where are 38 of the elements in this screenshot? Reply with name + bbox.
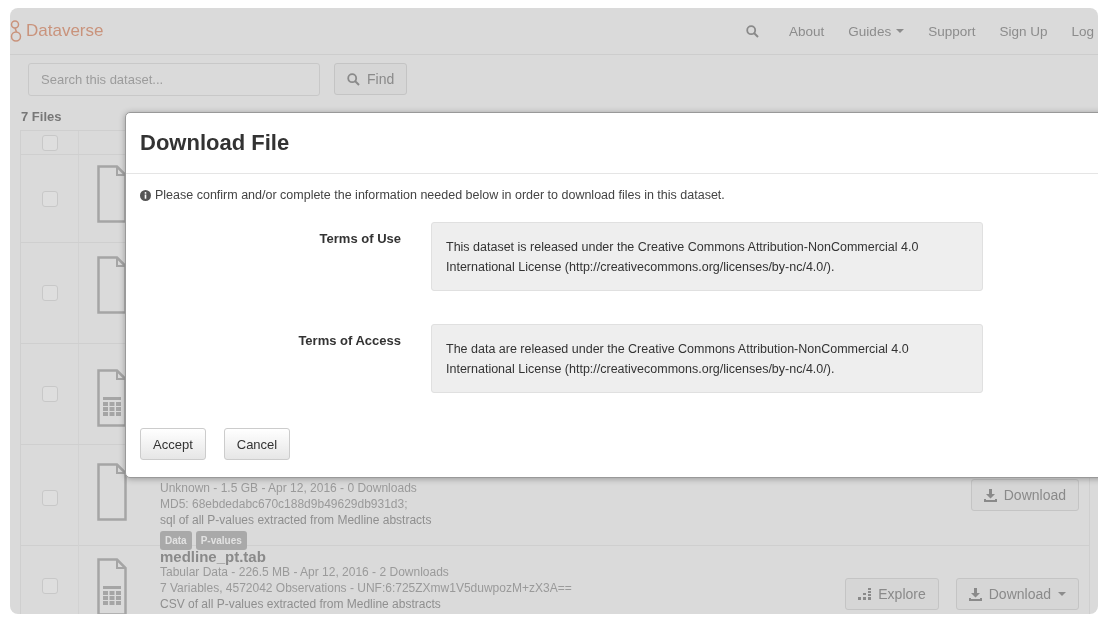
brand-logo[interactable]: Dataverse xyxy=(10,20,104,42)
download-icon xyxy=(968,587,982,601)
terms-label: Terms of Access xyxy=(297,332,401,350)
bar-chart-icon xyxy=(858,588,872,600)
terms-text: The data are released under the Creative Commons Attribution-NonCommercial 4.0 International License (http://creativecommons.org/licenses/by-nc/4.0/). xyxy=(431,324,983,393)
magnifier-icon xyxy=(347,72,360,86)
terms-label: Terms of Use xyxy=(318,230,401,248)
brand-name: Dataverse xyxy=(26,21,104,41)
file-description: sql of all P-values extracted from Medline abstracts xyxy=(160,513,433,528)
search-field[interactable]: Search this dataset... xyxy=(28,63,320,96)
terms-text: This dataset is released under the Creative Commons Attribution-NonCommercial 4.0 International License (http://creativecommons.org/licenses/by-nc/4.0/). xyxy=(431,222,983,291)
download-icon xyxy=(983,488,997,502)
info-icon xyxy=(140,189,151,201)
file-checksum: MD5: 68ebdedabc670c188d9b49629db931d3; xyxy=(160,497,409,512)
file-meta: Tabular Data - 226.5 MB - Apr 12, 2016 - 2 Downloads xyxy=(160,565,450,580)
nav-link[interactable]: Support xyxy=(928,23,976,39)
file-name[interactable]: medline_pt.tab xyxy=(160,549,846,564)
notice-text: Please confirm and/or complete the information needed below in order to download files in this dataset. xyxy=(155,188,725,202)
dialog-title: Download File xyxy=(140,130,290,156)
file-description: CSV of all P-values extracted from Medline abstracts xyxy=(160,597,442,612)
file-checksum: 7 Variables, 4572042 Observations - UNF:6:725ZXmw1V5duwpozM+zX3A== xyxy=(160,581,573,596)
nav-link[interactable]: About xyxy=(789,23,825,39)
logo-icon xyxy=(10,20,22,42)
download-button[interactable]: Download xyxy=(955,578,1079,610)
nav-link[interactable]: Guides xyxy=(848,23,905,39)
find-button[interactable]: Find xyxy=(334,63,408,95)
nav-link[interactable]: Log xyxy=(1071,23,1094,39)
accept-button[interactable]: Accept xyxy=(140,428,206,460)
tag[interactable]: Data xyxy=(160,531,192,550)
nav-link[interactable]: Sign Up xyxy=(999,23,1048,39)
explore-button[interactable]: Explore xyxy=(845,578,939,610)
file-meta: Unknown - 1.5 GB - Apr 12, 2016 - 0 Downloads xyxy=(160,481,418,496)
cancel-button[interactable]: Cancel xyxy=(223,428,291,460)
file-count: 7 Files xyxy=(21,108,62,124)
download-button[interactable]: Download xyxy=(970,479,1079,511)
table-file-icon xyxy=(97,558,127,614)
search-icon[interactable] xyxy=(746,24,760,38)
tag[interactable]: P-values xyxy=(195,531,247,550)
